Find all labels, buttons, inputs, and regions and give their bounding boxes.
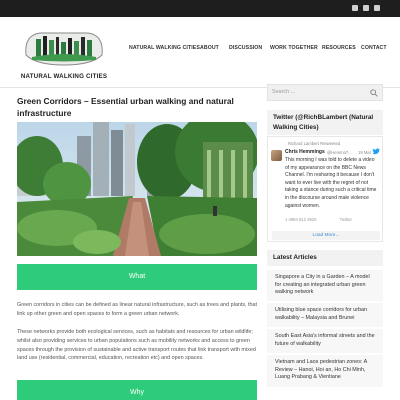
- latest-article-link[interactable]: Singapore a City in a Garden – A model f…: [267, 270, 383, 301]
- paragraph-definition: Green corridors in cities can be defined…: [17, 302, 258, 317]
- nav-item-discussion[interactable]: DISCUSSION: [229, 45, 262, 51]
- twitter-feed: Richard Lambert Retweeted Chris Hemmings…: [267, 136, 383, 242]
- avatar[interactable]: [271, 150, 282, 161]
- green-corridor-photo: [17, 122, 257, 256]
- nav-item-contact[interactable]: CONTACT: [361, 45, 387, 51]
- tweet-author-name[interactable]: Chris Hemmings: [285, 149, 325, 155]
- search-input[interactable]: Search ...: [267, 84, 383, 101]
- nav-item-about[interactable]: ABOUT: [200, 45, 219, 51]
- top-bar: [0, 0, 400, 17]
- site-logo[interactable]: NATURAL WALKING CITIES: [18, 25, 110, 83]
- nav-item-natural-walking-cities[interactable]: NATURAL WALKING CITIES: [129, 45, 200, 51]
- section-heading-what: What: [17, 264, 257, 290]
- tweet-stats: 1 4984 512 3920: [285, 217, 317, 222]
- tweet-actions[interactable]: 1 4984 512 3920 Twitter: [285, 217, 352, 222]
- post-title: Green Corridors – Essential urban walkin…: [17, 96, 234, 118]
- latest-article-link[interactable]: Vietnam and Laos pedestrian zones: A Rev…: [267, 355, 383, 387]
- twitter-label[interactable]: Twitter: [340, 217, 352, 222]
- section-heading-why: Why: [17, 380, 257, 400]
- twitter-widget-title: Twitter (@RichBLambert (Natural Walking …: [267, 110, 383, 135]
- nav-item-work-together[interactable]: WORK TOGETHER: [270, 45, 318, 51]
- twitter-bird-icon[interactable]: [372, 148, 380, 155]
- paragraph-networks: These networks provide both ecological s…: [17, 329, 256, 362]
- search-icon[interactable]: [370, 89, 378, 97]
- hero-image: [17, 122, 257, 256]
- logo-city-icon: [25, 32, 103, 66]
- nav-item-resources[interactable]: RESOURCES: [322, 45, 356, 51]
- retweet-label: Richard Lambert Retweeted: [288, 141, 341, 146]
- twitter-icon[interactable]: [374, 5, 380, 11]
- youtube-icon[interactable]: [352, 5, 358, 11]
- latest-article-link[interactable]: Utilising blue space corridors for urban…: [267, 303, 383, 327]
- tweet-date[interactable]: 19 Mar: [358, 150, 371, 155]
- tweet-author-handle[interactable]: @Hemmo7...: [327, 150, 352, 155]
- latest-article-link[interactable]: South East Asia's informal streets and t…: [267, 329, 383, 353]
- tweet-text: This morning I was told to delete a vide…: [285, 157, 377, 209]
- linkedin-icon[interactable]: [363, 5, 369, 11]
- search-placeholder: Search ...: [272, 89, 296, 95]
- latest-articles-title: Latest Articles: [267, 250, 383, 266]
- logo-text: NATURAL WALKING CITIES: [20, 73, 108, 80]
- load-more-button[interactable]: Load More...: [272, 231, 380, 240]
- site-header: NATURAL WALKING CITIES NATURAL WALKING C…: [0, 17, 400, 87]
